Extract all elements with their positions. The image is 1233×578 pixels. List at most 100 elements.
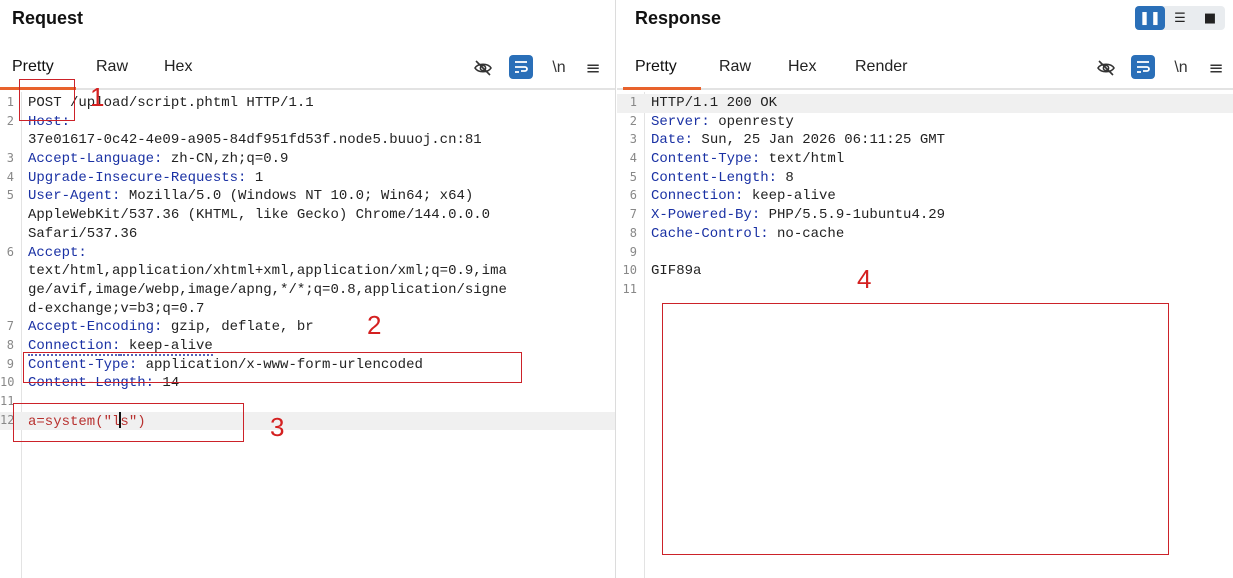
request-line: 37e01617-0c42-4e09-a905-84df951fd53f.nod… (0, 131, 615, 150)
line-number: 12 (0, 412, 15, 427)
request-tab-hex[interactable]: Hex (164, 58, 192, 76)
header-name: Cache-Control: (651, 225, 769, 242)
request-line: text/html,application/xhtml+xml,applicat… (0, 262, 615, 281)
response-line: 11 (617, 281, 1233, 300)
annotation-number-3: 3 (270, 412, 285, 442)
line-number: 10 (0, 375, 15, 390)
response-lines: 1 HTTP/1.1 200 OK 2 Server: openresty 3 Date:… (617, 94, 1233, 300)
menu-icon[interactable]: ≡ (1204, 56, 1228, 80)
response-tab-render[interactable]: Render (855, 58, 907, 76)
annotation-box-2 (23, 352, 522, 383)
request-line: Safari/537.36 (0, 225, 615, 244)
response-tab-hex[interactable]: Hex (788, 58, 816, 76)
line-number: 2 (6, 113, 14, 128)
line-number: 8 (629, 225, 637, 240)
request-line: 2 Host: (0, 113, 615, 132)
response-line: 5 Content-Length: 8 (617, 169, 1233, 188)
response-line: 2 Server: openresty (617, 113, 1233, 132)
header-value: text/html (760, 151, 845, 168)
line-number: 7 (629, 207, 637, 222)
request-tab-raw[interactable]: Raw (96, 58, 128, 76)
request-line: 7 Accept-Encoding: gzip, deflate, br (0, 318, 615, 337)
request-line: AppleWebKit/537.36 (KHTML, like Gecko) C… (0, 206, 615, 225)
line-number: 4 (6, 169, 14, 184)
code-text: Content-Length: 8 (651, 169, 794, 188)
response-line: 8 Cache-Control: no-cache (617, 225, 1233, 244)
newline-toggle[interactable]: \n (547, 56, 571, 80)
header-name: X-Powered-By: (651, 207, 761, 224)
header-name: Date: (651, 132, 694, 149)
code-text: Connection: keep-alive (651, 187, 836, 206)
line-number: 3 (629, 132, 637, 147)
code-text: Date: Sun, 25 Jan 2026 06:11:25 GMT (651, 131, 945, 150)
code-text: text/html,application/xhtml+xml,applicat… (28, 263, 507, 280)
request-line: d-exchange;v=b3;q=0.7 (0, 300, 615, 319)
response-tab-pretty[interactable]: Pretty (635, 58, 677, 76)
wrap-lines-icon[interactable] (509, 55, 533, 79)
line-number: 6 (6, 244, 14, 259)
code-text: Safari/537.36 (28, 225, 138, 242)
hide-eye-icon[interactable] (1094, 56, 1118, 80)
code-text: Accept-Language: zh-CN,zh;q=0.9 (28, 150, 288, 169)
code-text: Content-Type: text/html (651, 150, 844, 169)
request-tab-pretty[interactable]: Pretty (12, 58, 54, 76)
annotation-box-1 (19, 79, 75, 121)
annotation-number-2: 2 (367, 310, 382, 340)
line-number: 1 (6, 95, 14, 109)
request-line: 4 Upgrade-Insecure-Requests: 1 (0, 169, 615, 188)
response-tabbar: Pretty Raw Hex Render \n ≡ (617, 48, 1233, 90)
line-number: 3 (6, 151, 14, 166)
request-editor[interactable]: 1 POST /upload/script.phtml HTTP/1.1 2 Host… (0, 92, 615, 578)
request-line: ge/avif,image/webp,image/apng,*/*;q=0.8,… (0, 281, 615, 300)
response-line: 6 Connection: keep-alive (617, 187, 1233, 206)
layout-split-vertical-icon[interactable]: ❚❚ (1135, 6, 1165, 30)
menu-icon[interactable]: ≡ (581, 56, 605, 80)
line-number: 11 (0, 394, 15, 408)
wrap-lines-icon[interactable] (1131, 55, 1155, 79)
request-line: 6 Accept: (0, 244, 615, 263)
layout-single-icon[interactable]: ■ (1195, 6, 1225, 30)
response-tab-raw[interactable]: Raw (719, 58, 751, 76)
header-value: Mozilla/5.0 (Windows NT 10.0; Win64; x64… (120, 188, 474, 205)
line-number: 4 (629, 151, 637, 166)
annotation-box-4 (662, 303, 1169, 555)
code-text: AppleWebKit/537.36 (KHTML, like Gecko) C… (28, 207, 491, 224)
code-text: X-Powered-By: PHP/5.5.9-1ubuntu4.29 (651, 206, 945, 225)
layout-split-horizontal-icon[interactable]: ☰ (1165, 6, 1195, 30)
annotation-box-3 (13, 403, 244, 442)
hide-eye-icon[interactable] (471, 56, 495, 80)
response-pane: Response ❚❚ ☰ ■ Pretty Raw Hex Render \n… (617, 0, 1233, 578)
annotation-number-4: 4 (857, 264, 872, 294)
code-text: Accept: (28, 244, 87, 263)
line-number: 7 (6, 319, 14, 334)
line-number: 2 (629, 113, 637, 128)
line-number: 10 (622, 263, 637, 278)
code-text: ge/avif,image/webp,image/apng,*/*;q=0.8,… (28, 281, 507, 298)
header-name: Content-Type: (651, 151, 761, 168)
header-value: zh-CN,zh;q=0.9 (162, 151, 289, 168)
header-name: User-Agent: (28, 188, 121, 205)
header-name: Upgrade-Insecure-Requests: (28, 169, 247, 186)
layout-switcher: ❚❚ ☰ ■ (1135, 6, 1225, 30)
code-text: d-exchange;v=b3;q=0.7 (28, 300, 205, 317)
header-value: Sun, 25 Jan 2026 06:11:25 GMT (693, 132, 946, 149)
annotation-number-1: 1 (90, 82, 105, 112)
line-number: 8 (6, 337, 14, 352)
header-name: Connection: (651, 188, 744, 205)
response-line: 1 HTTP/1.1 200 OK (617, 94, 1233, 113)
header-value: 1 (246, 169, 264, 186)
newline-toggle[interactable]: \n (1169, 56, 1193, 80)
code-text: Cache-Control: no-cache (651, 225, 844, 244)
request-line: 3 Accept-Language: zh-CN,zh;q=0.9 (0, 150, 615, 169)
header-name: Accept-Language: (28, 151, 163, 168)
response-title: Response (635, 8, 722, 28)
header-name: Accept-Encoding: (28, 319, 163, 336)
request-line: 5 User-Agent: Mozilla/5.0 (Windows NT 10.… (0, 187, 615, 206)
header-name: Server: (651, 113, 710, 130)
header-value: keep-alive (743, 188, 836, 205)
code-text: HTTP/1.1 200 OK (651, 95, 778, 111)
line-number: 9 (6, 356, 14, 371)
response-line: 10 GIF89a (617, 262, 1233, 281)
code-text: 37e01617-0c42-4e09-a905-84df951fd53f.nod… (28, 132, 482, 149)
response-line: 4 Content-Type: text/html (617, 150, 1233, 169)
